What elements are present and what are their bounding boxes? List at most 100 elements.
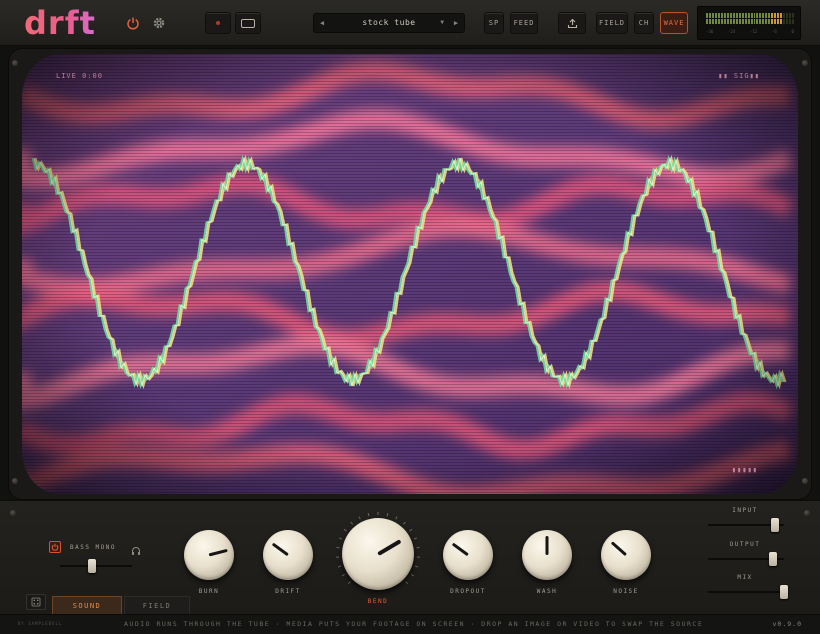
meter-segment [706, 19, 708, 24]
knob-pointer [271, 542, 289, 557]
headphone-icon[interactable] [131, 541, 141, 560]
meter-segment [789, 13, 792, 18]
feed-button[interactable]: FEED [510, 12, 538, 34]
power-icon[interactable] [122, 12, 144, 34]
bend-tick [413, 537, 417, 540]
bend-tick [343, 528, 347, 532]
noise-knob[interactable] [601, 530, 651, 580]
burn-label: BURN [198, 588, 220, 595]
meter-segment [708, 19, 711, 24]
slider-thumb[interactable] [88, 559, 97, 573]
meter-segment [783, 13, 786, 18]
screw [10, 510, 16, 516]
mix-slider[interactable] [708, 585, 788, 599]
meter-segment [732, 19, 735, 24]
meter-segment [777, 19, 780, 24]
screen-overlay-right: ▮▮ SIG▮▮ [718, 72, 760, 80]
meter-segment [780, 13, 783, 18]
output-slider[interactable] [708, 552, 784, 566]
meter-segment [720, 13, 723, 18]
meter-segment [786, 19, 789, 24]
tab-field[interactable]: FIELD [124, 596, 190, 614]
field-button[interactable]: FIELD [596, 12, 628, 34]
meter-segment [708, 13, 711, 18]
meter-scale: -36 -24 -12 -6 0 [706, 29, 794, 34]
meter-segment [780, 19, 783, 24]
wash-knob[interactable] [522, 530, 572, 580]
bend-tick [402, 521, 406, 525]
output-meter: -36 -24 -12 -6 0 [697, 6, 801, 40]
input-slider[interactable] [708, 518, 784, 532]
meter-segment [744, 13, 747, 18]
hint-text: AUDIO RUNS THROUGH THE TUBE · MEDIA PUTS… [124, 620, 704, 628]
bass-mono-slider[interactable] [60, 559, 132, 573]
upload-icon [567, 18, 577, 28]
meter-segment [741, 19, 744, 24]
dropout-knob[interactable] [443, 530, 493, 580]
caret-down-icon[interactable]: ▼ [440, 19, 444, 26]
bend-knob[interactable] [342, 518, 414, 590]
app-logo: drft [24, 4, 96, 42]
screw [804, 510, 810, 516]
meter-segment [792, 13, 795, 18]
tab-sound[interactable]: SOUND [52, 596, 122, 614]
meter-segment [729, 13, 732, 18]
slider-thumb[interactable] [780, 585, 788, 599]
meter-segment [750, 13, 753, 18]
record-button[interactable] [205, 12, 231, 34]
drift-knob[interactable] [263, 530, 313, 580]
meter-segment [768, 13, 771, 18]
dropout-label: DROPOUT [450, 588, 486, 595]
wash-label: WASH [536, 588, 558, 595]
screen-mode-button[interactable] [235, 12, 261, 34]
knob-pointer [451, 542, 469, 557]
sp-button[interactable]: SP [484, 12, 504, 34]
slider-thumb[interactable] [770, 518, 779, 532]
output-label: OUTPUT [729, 541, 761, 548]
meter-segment [744, 19, 747, 24]
input-label: INPUT [732, 507, 758, 514]
ch-button[interactable]: CH [634, 12, 654, 34]
meter-segment [723, 19, 726, 24]
meter-segment [729, 19, 732, 24]
meter-segment [759, 19, 762, 24]
preset-selector[interactable]: ◀ stock tube ▼ ▶ [313, 13, 465, 33]
bend-tick [410, 573, 415, 577]
bend-tick [339, 537, 343, 540]
meter-segment [792, 19, 795, 24]
export-button[interactable] [558, 12, 586, 34]
meter-segment [738, 19, 741, 24]
power-icon [51, 543, 59, 551]
bend-label: BEND [367, 598, 389, 605]
meter-segment [756, 13, 759, 18]
knob-pointer [377, 539, 402, 556]
meter-segment [735, 19, 738, 24]
burn-knob[interactable] [184, 530, 234, 580]
record-dot-icon [216, 21, 220, 25]
wave-button[interactable]: WAVE [660, 12, 688, 34]
bass-mono-toggle[interactable] [49, 541, 61, 553]
meter-segment [726, 19, 729, 24]
meter-segment [717, 13, 720, 18]
meter-segment [753, 13, 756, 18]
meter-segment [762, 13, 765, 18]
footer-bar: BY SAMPLEBELL AUDIO RUNS THROUGH THE TUB… [0, 614, 820, 634]
slider-track [708, 591, 784, 593]
triangle-right-icon[interactable]: ▶ [448, 14, 464, 32]
gear-icon[interactable] [148, 12, 170, 34]
drift-label: DRIFT [275, 588, 301, 595]
screen-rect-icon [241, 18, 255, 28]
screen-overlay-bottom: ▮▮▮▮▮ [731, 466, 758, 474]
triangle-left-icon[interactable]: ◀ [314, 14, 330, 32]
preset-name: stock tube [362, 18, 416, 27]
bass-mono-label: BASS MONO [70, 544, 117, 551]
randomize-button[interactable] [26, 594, 46, 610]
meter-segment [765, 19, 768, 24]
crt-screen[interactable]: LIVE 0:00 ▮▮ SIG▮▮ ▮▮▮▮▮ [22, 54, 798, 494]
meter-segment [771, 19, 774, 24]
meter-segment [747, 13, 750, 18]
meter-segment [789, 19, 792, 24]
screw [12, 478, 18, 484]
slider-thumb[interactable] [768, 552, 777, 566]
meter-segment [768, 19, 771, 24]
